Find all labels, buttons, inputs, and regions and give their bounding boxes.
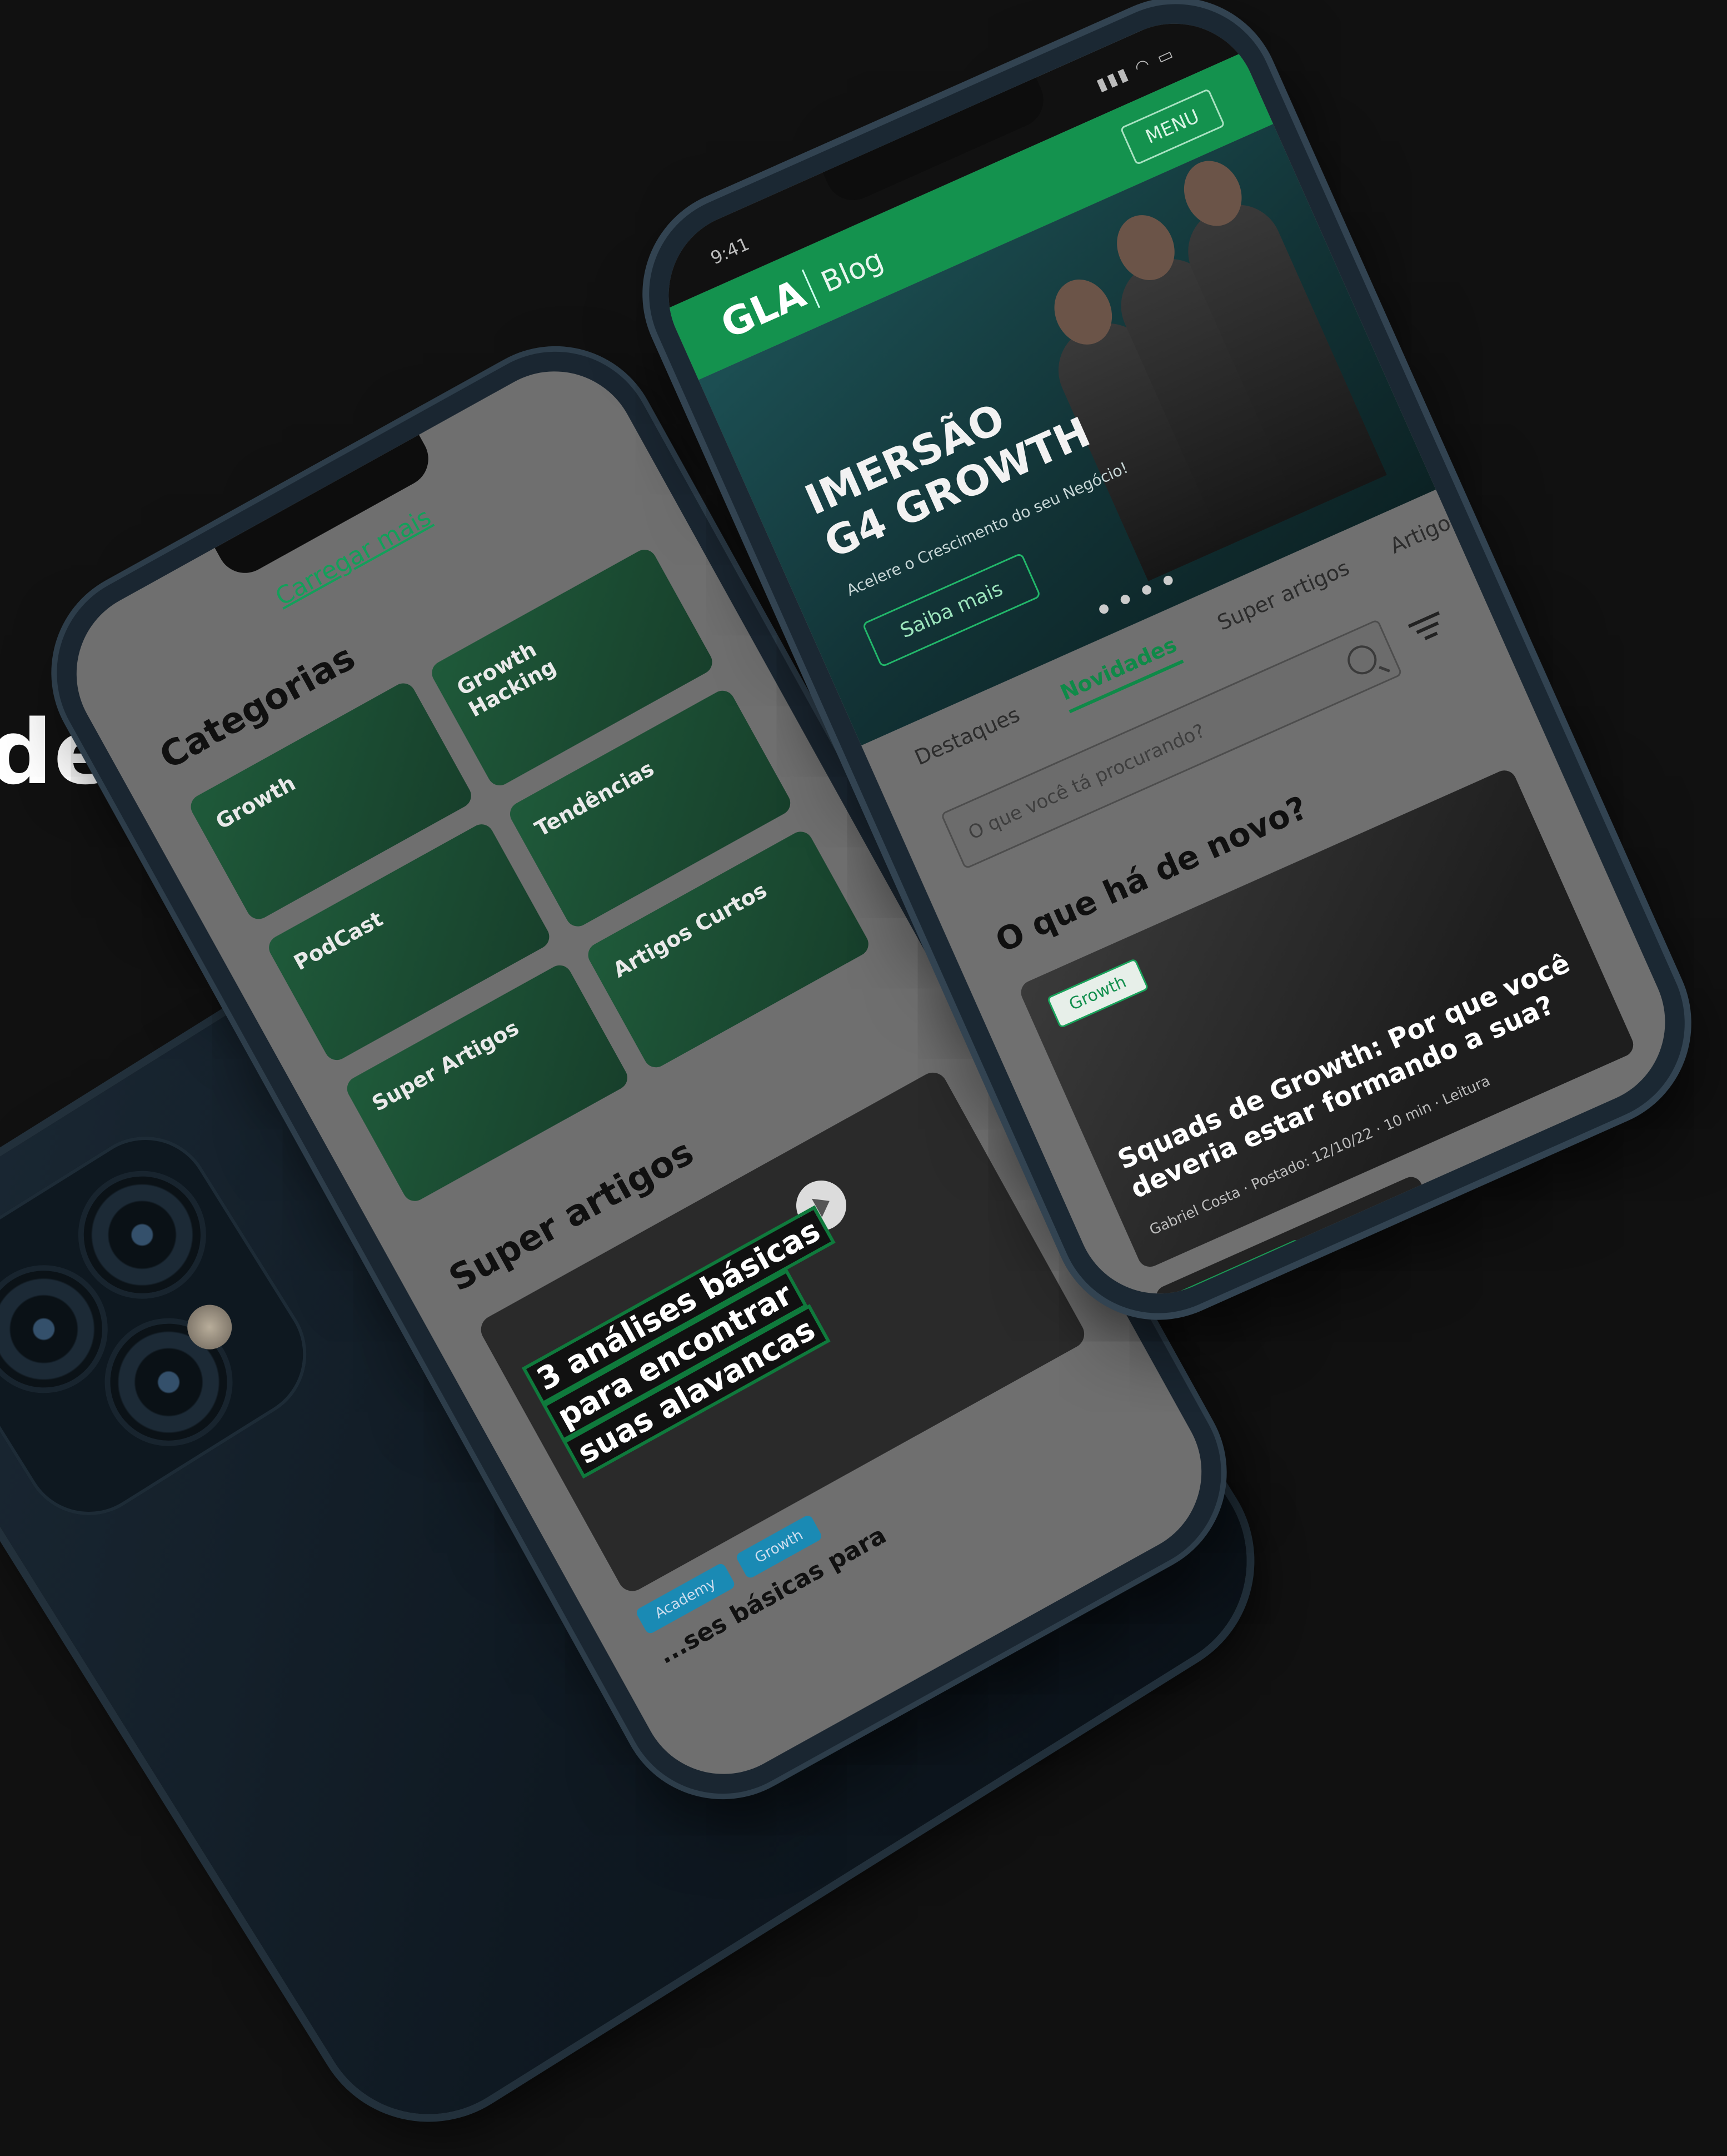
tab-artigos[interactable]: Artigos xyxy=(1386,506,1465,559)
filter-line xyxy=(1424,631,1438,640)
category-label: Growth xyxy=(211,770,300,834)
status-time: 9:41 xyxy=(707,233,753,269)
article-tag[interactable]: E-commerce xyxy=(1177,1238,1310,1320)
category-label: Growth Hacking xyxy=(452,636,561,722)
person-head xyxy=(1174,151,1252,236)
article-title: Squads de Growth: Por que você deveria e… xyxy=(1113,947,1575,1205)
camera-module xyxy=(0,1111,332,1541)
hero-people-image xyxy=(1012,151,1392,581)
super-article-headline: 3 análises básicas para encontrar suas a… xyxy=(525,1207,874,1477)
blog-label: Blog xyxy=(816,243,889,300)
person-head xyxy=(1044,270,1122,354)
person-head xyxy=(1106,206,1185,290)
filter-icon[interactable] xyxy=(1403,605,1454,655)
article-card[interactable]: Growth Squads de Growth: Por que você de… xyxy=(1017,766,1638,1271)
super-article-card[interactable]: 3 análises básicas para encontrar suas a… xyxy=(476,1067,1090,1596)
article-tag[interactable]: Growth xyxy=(1046,958,1149,1029)
